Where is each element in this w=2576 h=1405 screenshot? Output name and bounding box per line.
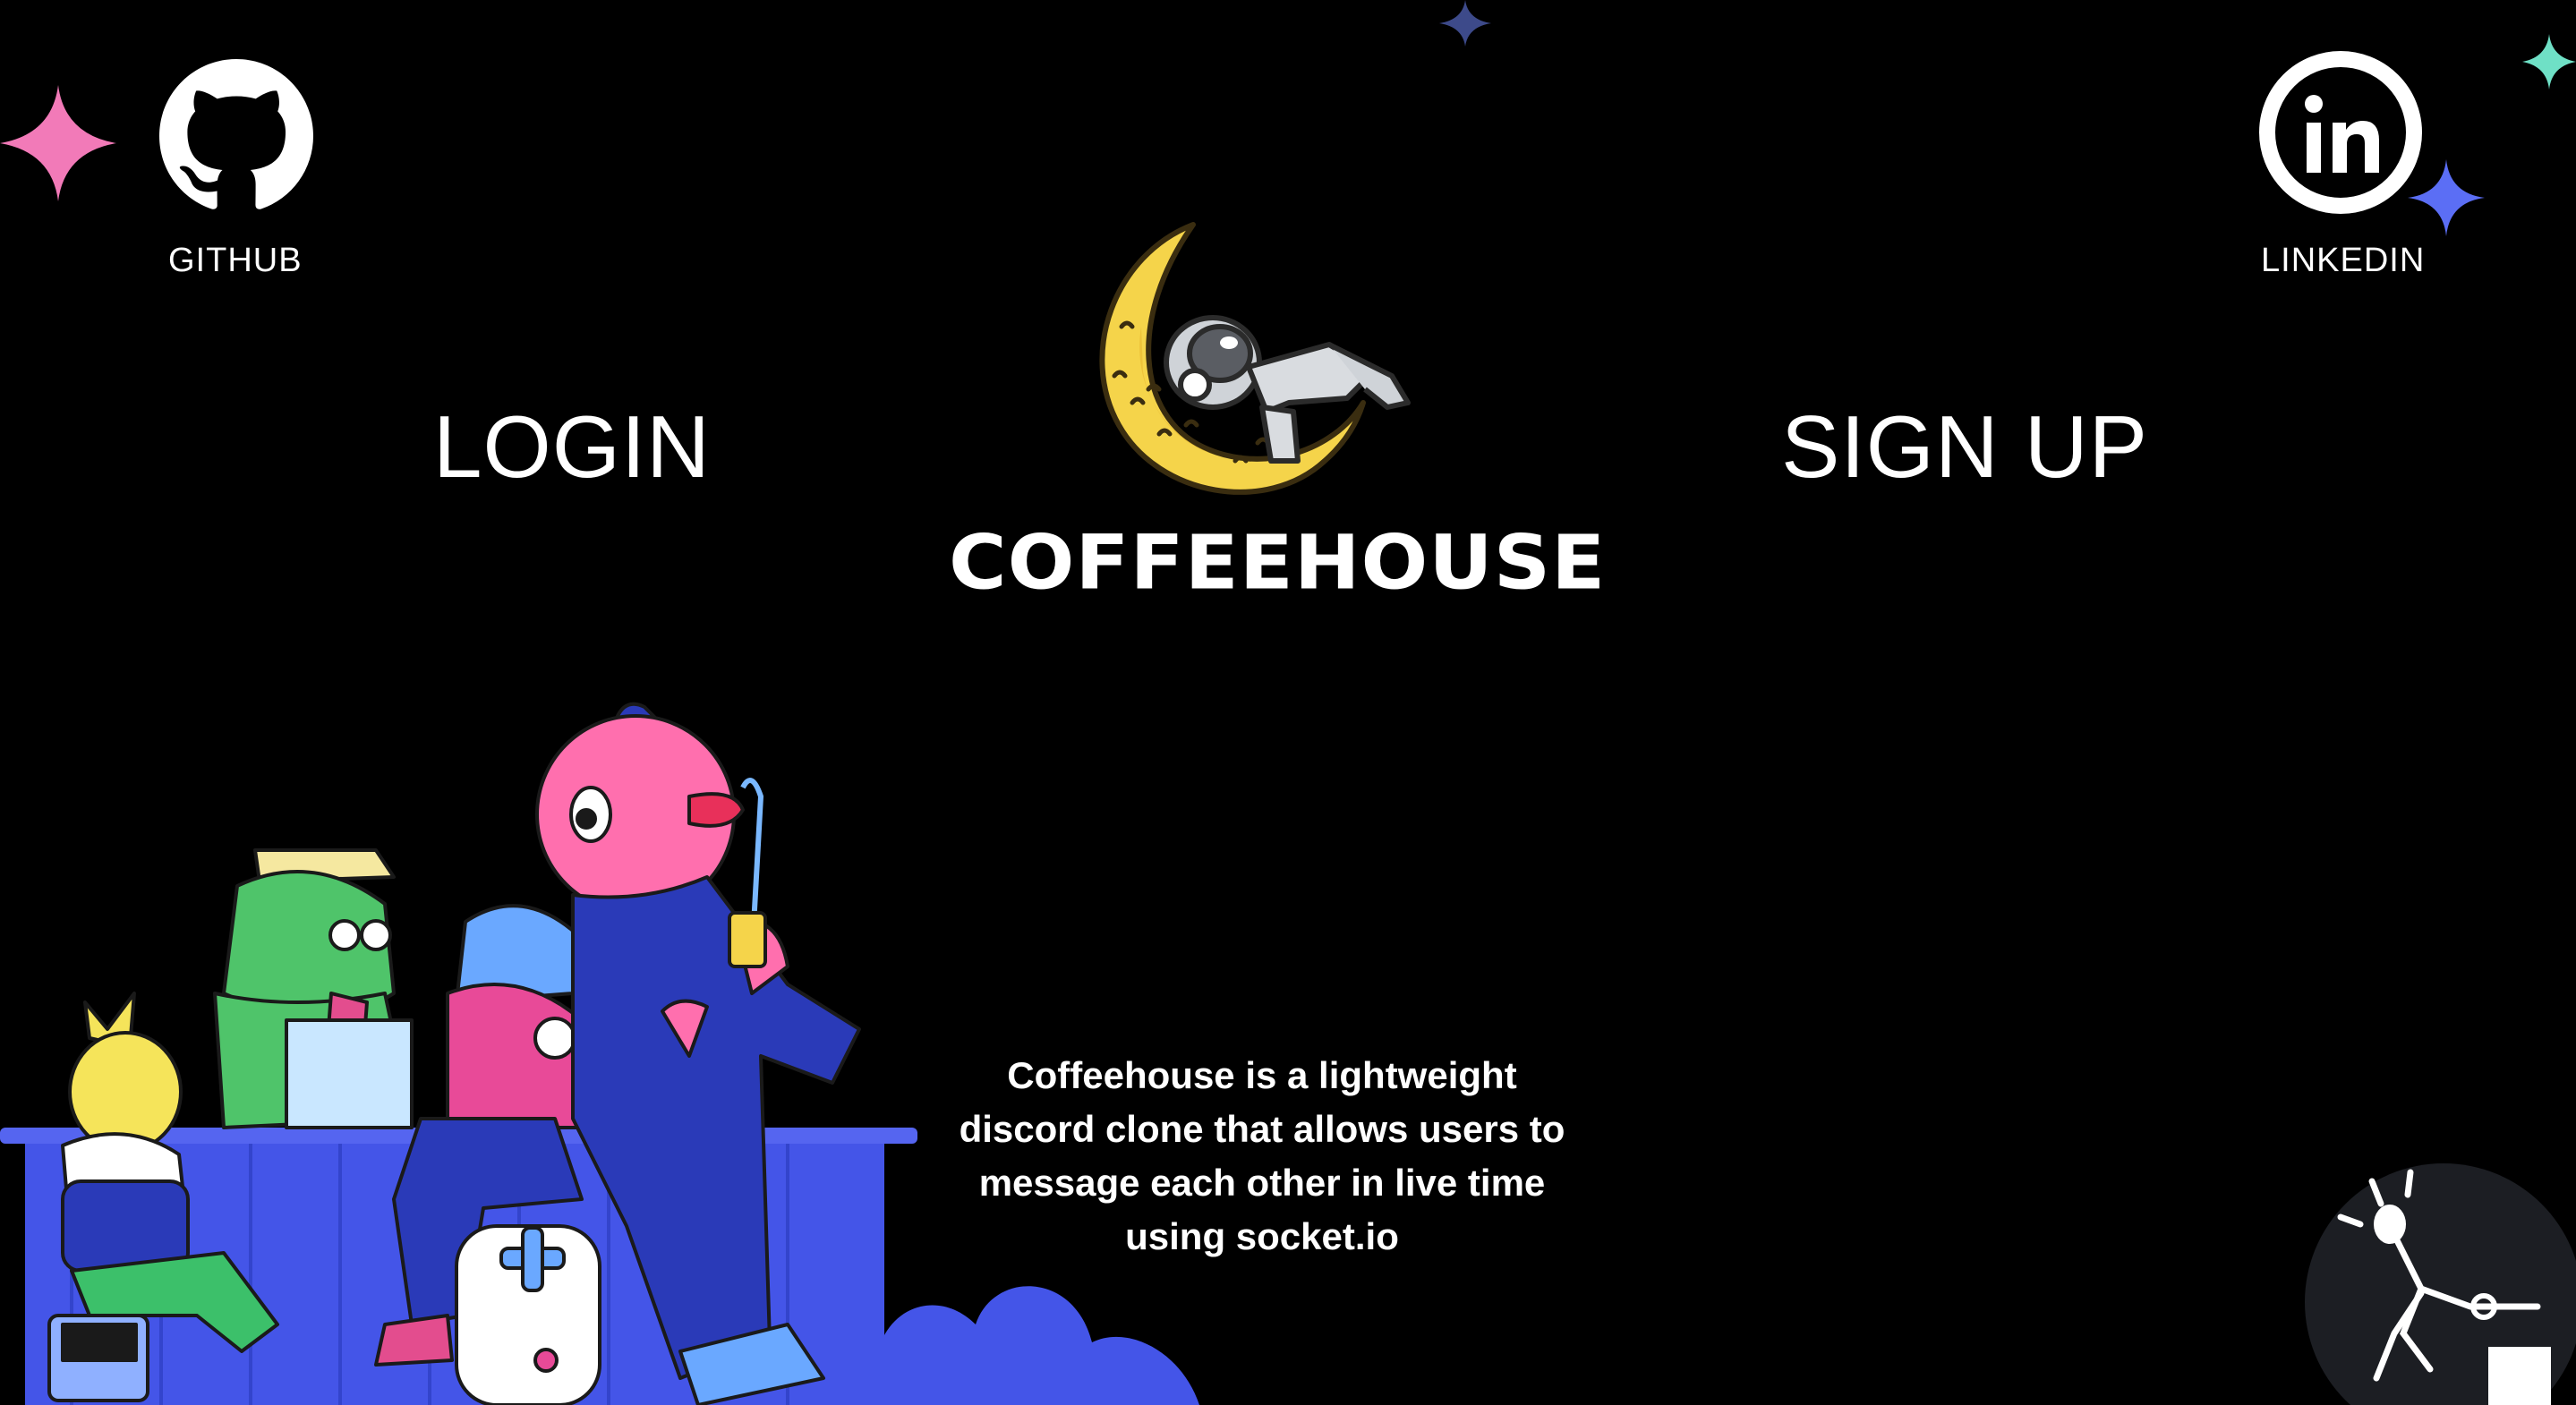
login-link[interactable]: LOGIN bbox=[433, 403, 711, 490]
github-label[interactable]: GITHUB bbox=[168, 242, 303, 280]
github-link[interactable] bbox=[159, 59, 313, 213]
brand-name: COFFEEHOUSE bbox=[949, 518, 1607, 607]
pink-sparkle-icon bbox=[0, 85, 116, 201]
signup-link[interactable]: SIGN UP bbox=[1781, 403, 2148, 490]
linkedin-label[interactable]: LINKEDIN bbox=[2261, 242, 2425, 280]
moon-astronaut-logo bbox=[1099, 222, 1411, 495]
github-icon bbox=[159, 59, 313, 209]
linkedin-link[interactable] bbox=[2257, 49, 2424, 216]
characters-illustration bbox=[0, 702, 1199, 1405]
tug-of-war-badge[interactable] bbox=[2305, 1163, 2576, 1405]
linkedin-icon bbox=[2259, 51, 2422, 214]
navy-sparkle-icon bbox=[1439, 0, 1491, 47]
teal-sparkle-icon bbox=[2522, 34, 2576, 89]
